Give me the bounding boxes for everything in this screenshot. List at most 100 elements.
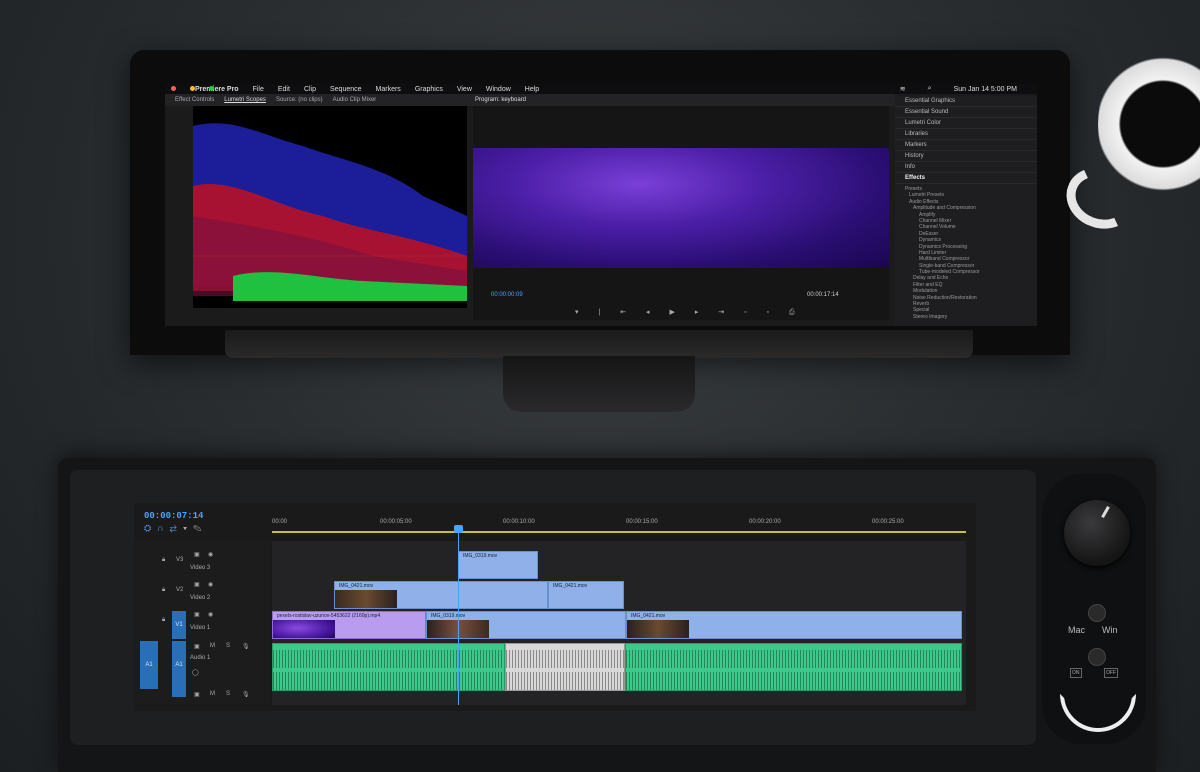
- playhead-line[interactable]: [458, 527, 459, 705]
- audio-clip-a[interactable]: [272, 643, 505, 691]
- menu-graphics[interactable]: Graphics: [415, 86, 443, 93]
- tab-program[interactable]: Program: keyboard: [475, 97, 526, 103]
- panel-essential-graphics[interactable]: Essential Graphics: [895, 96, 1037, 107]
- tab-audio-clip-mixer[interactable]: Audio Clip Mixer: [333, 97, 377, 103]
- ruler-tick: 00:00:05:00: [380, 519, 412, 525]
- snap-icon[interactable]: ⛭: [144, 523, 157, 533]
- solo-button[interactable]: S: [226, 691, 230, 697]
- panel-effects[interactable]: Effects: [895, 173, 1037, 184]
- audio-clip-b[interactable]: [505, 643, 625, 691]
- audio-clip-c[interactable]: [625, 643, 962, 691]
- search-icon[interactable]: ⌕: [928, 85, 932, 93]
- tab-source[interactable]: Source: (no clips): [276, 97, 323, 103]
- link-icon[interactable]: ∩: [157, 523, 169, 533]
- os-switch[interactable]: [1088, 604, 1106, 622]
- lock-icon[interactable]: 🔒︎: [162, 587, 165, 594]
- right-panel: Essential Graphics Essential Sound Lumet…: [895, 96, 1037, 326]
- timeline-timecode[interactable]: 00:00:07:14: [144, 511, 203, 521]
- menu-help[interactable]: Help: [525, 86, 539, 93]
- clip-v1-b[interactable]: IMG_0319.mov: [426, 611, 626, 639]
- program-duration: 00:00:17:14: [807, 292, 839, 298]
- window-controls[interactable]: [171, 86, 228, 93]
- eye-icon[interactable]: ◉: [208, 551, 213, 558]
- volume-icon[interactable]: ◯: [192, 669, 199, 676]
- film-icon[interactable]: ▣: [194, 691, 200, 698]
- menubar-clock[interactable]: Sun Jan 14 5:00 PM: [954, 86, 1017, 93]
- ruler-tick: 00:00:10:00: [503, 519, 535, 525]
- lock-icon[interactable]: 🔒︎: [162, 617, 165, 624]
- track-target-v1[interactable]: V1: [172, 611, 186, 639]
- linked-selection-icon[interactable]: ⇄: [170, 523, 183, 533]
- panel-lumetri-color[interactable]: Lumetri Color: [895, 118, 1037, 129]
- eye-icon[interactable]: ◉: [208, 581, 213, 588]
- track-name: Audio 1: [190, 655, 211, 661]
- button-on[interactable]: ON: [1070, 668, 1082, 678]
- program-timecode[interactable]: 00:00:00:09: [491, 292, 523, 298]
- effects-tree: Presets Lumetri Presets Audio Effects Am…: [895, 184, 1037, 320]
- track-headers: 🔒︎ V3 ▣ ◉ Video 3 🔒︎ V2 ▣ ◉ Video 2 🔒︎ V…: [134, 541, 270, 705]
- panel-history[interactable]: History: [895, 151, 1037, 162]
- clip-v1-a[interactable]: pexels-rostislav-uzunov-5453622 (2160p).…: [272, 611, 426, 639]
- eye-icon[interactable]: ◉: [208, 611, 213, 618]
- monitor-chin: [225, 330, 973, 358]
- microphone-icon[interactable]: 🎙︎: [242, 691, 250, 698]
- marker-icon[interactable]: ▾: [183, 523, 193, 533]
- mac-menubar: Premiere Pro File Edit Clip Sequence Mar…: [165, 84, 1037, 94]
- tab-lumetri-scopes[interactable]: Lumetri Scopes: [224, 97, 266, 103]
- menu-file[interactable]: File: [253, 86, 264, 93]
- wifi-icon[interactable]: ≋: [900, 85, 906, 93]
- clip-v3[interactable]: IMG_0319.mov: [458, 551, 538, 579]
- clip-v1-c[interactable]: IMG_0421.mov: [626, 611, 962, 639]
- track-name: Video 2: [190, 595, 211, 601]
- work-area-bar[interactable]: [272, 531, 966, 533]
- jog-dial[interactable]: [1064, 500, 1130, 566]
- switch-label-win: Win: [1102, 625, 1118, 635]
- clip-name: IMG_0421.mov: [553, 583, 588, 589]
- lumetri-scope-waveform: [193, 106, 467, 308]
- menu-clip[interactable]: Clip: [304, 86, 316, 93]
- track-header-v3: 🔒︎ V3 ▣ ◉ Video 3: [134, 551, 270, 579]
- program-video-frame: [473, 148, 889, 268]
- track-area[interactable]: IMG_0319.mov IMG_0421.mov IMG_0421.mov p…: [272, 541, 966, 705]
- transport-controls[interactable]: ▾ | ⇤ ◂ ▶ ▸ ⇥ ▫ ▫ ⎙: [575, 308, 804, 317]
- ruler-tick: 00:00:20:00: [749, 519, 781, 525]
- film-icon[interactable]: ▣: [194, 643, 200, 650]
- menu-markers[interactable]: Markers: [376, 86, 401, 93]
- lock-icon[interactable]: 🔒︎: [162, 557, 165, 564]
- tab-effect-controls[interactable]: Effect Controls: [175, 97, 214, 103]
- program-panel-tabs: Program: keyboard: [465, 94, 895, 106]
- timeline-toolbar: ⛭∩⇄▾✎: [144, 523, 207, 534]
- microphone-icon[interactable]: 🎙︎: [242, 643, 250, 650]
- monitor-stand: [503, 356, 695, 412]
- panel-markers[interactable]: Markers: [895, 140, 1037, 151]
- mode-button[interactable]: [1088, 648, 1106, 666]
- source-patch-a1[interactable]: A1: [140, 641, 158, 689]
- menu-sequence[interactable]: Sequence: [330, 86, 362, 93]
- solo-button[interactable]: S: [226, 643, 230, 649]
- wrench-icon[interactable]: ✎: [193, 523, 207, 533]
- clip-name: IMG_0421.mov: [631, 613, 666, 619]
- menu-window[interactable]: Window: [486, 86, 511, 93]
- rgb-waveform-graphic: [193, 123, 467, 301]
- panel-essential-sound[interactable]: Essential Sound: [895, 107, 1037, 118]
- clip-name: pexels-rostislav-uzunov-5453622 (2160p).…: [277, 613, 381, 619]
- film-icon[interactable]: ▣: [194, 611, 200, 618]
- mute-button[interactable]: M: [210, 691, 215, 697]
- menu-edit[interactable]: Edit: [278, 86, 290, 93]
- timeline-ruler[interactable]: 00:00 00:00:05:00 00:00:10:00 00:00:15:0…: [272, 513, 966, 533]
- film-icon[interactable]: ▣: [194, 581, 200, 588]
- mute-button[interactable]: M: [210, 643, 215, 649]
- track-id: V3: [176, 557, 184, 563]
- menu-view[interactable]: View: [457, 86, 472, 93]
- panel-libraries[interactable]: Libraries: [895, 129, 1037, 140]
- track-header-v1: 🔒︎ V1 ▣ ◉ Video 1: [134, 611, 270, 639]
- track-header-v2: 🔒︎ V2 ▣ ◉ Video 2: [134, 581, 270, 609]
- film-icon[interactable]: ▣: [194, 551, 200, 558]
- panel-info[interactable]: Info: [895, 162, 1037, 173]
- button-off[interactable]: OFF: [1104, 668, 1118, 678]
- tree-item[interactable]: Stereo Imagery: [899, 314, 1037, 320]
- clip-thumbnail: [627, 620, 689, 638]
- clip-v2-a[interactable]: IMG_0421.mov: [334, 581, 548, 609]
- clip-v2-b[interactable]: IMG_0421.mov: [548, 581, 624, 609]
- track-name: Video 1: [190, 625, 211, 631]
